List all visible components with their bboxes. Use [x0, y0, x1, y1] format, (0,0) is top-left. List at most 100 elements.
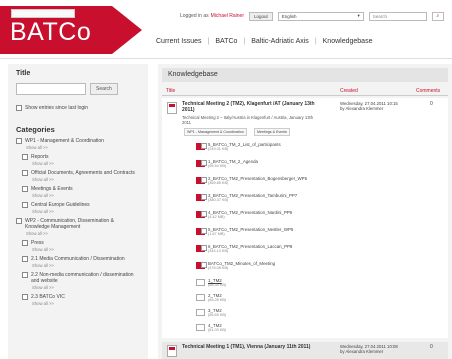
attachment-item[interactable]: 4_BATCo_TM2_Presentation_Nardini_PP9 (4.4… — [196, 210, 292, 219]
show-all-link[interactable]: Show all >> — [26, 231, 140, 236]
main-nav: Current Issues | BATCo | Baltic-Adriatic… — [156, 38, 372, 45]
since-login-checkbox[interactable] — [16, 105, 22, 111]
column-header-created[interactable]: Created — [340, 88, 358, 94]
categories-heading: Categories — [16, 125, 55, 134]
category-label: 2.2 Non-media communication / disseminat… — [31, 272, 134, 284]
attachment-item[interactable]: 4_TM2 (61.03 KB) — [196, 323, 226, 332]
header: BALTIC-ADRIATIC AXIS BATCo Logged in as … — [0, 0, 452, 58]
category-label: WP1 - Management & Coordination — [25, 138, 104, 144]
attachment-item[interactable]: 5_BATCo_TM2_Presentation_Nestler_WP5 (1.6… — [196, 227, 293, 236]
category-label: Press — [31, 240, 44, 246]
knowledgebase-entry: Technical Meeting 2 (TM2), Klagenfurt /A… — [162, 98, 448, 338]
attachment-item[interactable]: 2_BATCo_TM2_Presentation_Bogensberger_WP… — [196, 176, 307, 185]
category-checkbox[interactable] — [22, 186, 28, 192]
attachment-item[interactable]: 1_BATCo_TM_2_Agenda (95.54 KB) — [196, 159, 258, 168]
category-label: WP2 - Communication, Dissemination & Kno… — [25, 218, 114, 230]
nav-baltic-adriatic-axis[interactable]: Baltic-Adriatic Axis — [251, 38, 309, 45]
header-divider — [0, 58, 452, 59]
logo-text: BATCo — [10, 18, 92, 46]
category-checkbox[interactable] — [22, 272, 28, 278]
entry-title[interactable]: Technical Meeting 1 (TM1), Vienna (Janua… — [182, 344, 332, 350]
page-title: Knowledgebase — [162, 68, 448, 82]
knowledgebase-entry: Technical Meeting 1 (TM1), Vienna (Janua… — [162, 342, 448, 359]
attachment-item[interactable]: 6_BATCo_TM2_Presentation_Laccan_PP8 (344.… — [196, 244, 292, 253]
pdf-icon — [196, 245, 207, 252]
attachment-item[interactable]: BATCo_TM2_Minutes_of_Meeting (476.08 KB) — [196, 261, 275, 270]
pdf-icon — [196, 194, 207, 201]
category-checkbox[interactable] — [16, 138, 22, 144]
logo-arrow-shape — [112, 6, 142, 54]
entry-tag[interactable]: WP1 - Management & Coordination — [184, 128, 247, 136]
show-all-link[interactable]: Show all >> — [32, 193, 140, 198]
attachment-item[interactable]: 2_TM2 (65.28 KB) — [196, 293, 226, 302]
file-icon — [196, 324, 205, 331]
category-label: Official Documents, Agreements and Contr… — [31, 170, 135, 176]
header-divider — [162, 95, 448, 96]
top-bar: Logged in as Michael Rainer Logout Engli… — [180, 11, 452, 21]
category-checkbox[interactable] — [22, 256, 28, 262]
category-label: Central Europe Guidelines — [31, 202, 90, 208]
chevron-down-icon: ▾ — [357, 13, 360, 18]
attachment-size: (476.08 KB) — [208, 266, 229, 270]
pdf-icon — [196, 262, 207, 269]
nav-knowledgebase[interactable]: Knowledgebase — [323, 38, 373, 45]
nav-separator: | — [207, 38, 210, 45]
nav-current-issues[interactable]: Current Issues — [156, 38, 202, 45]
category-item: Press Show all >> — [16, 240, 140, 252]
file-icon — [196, 294, 205, 301]
nav-separator: | — [243, 38, 246, 45]
pdf-icon — [196, 160, 207, 167]
nav-batco[interactable]: BATCo — [215, 38, 237, 45]
attachment-item[interactable]: 5_BATCo_TM_2_List_of_participants (249.31… — [196, 142, 281, 151]
attachment-item[interactable]: 3_TM2 (56.65 KB) — [196, 308, 226, 317]
pdf-icon — [196, 143, 207, 150]
attachment-size: (249.31 KB) — [208, 147, 229, 151]
category-item: 2.1 Media Communication / Dissemination … — [16, 256, 140, 268]
show-all-link[interactable]: Show all >> — [26, 145, 140, 150]
language-select[interactable]: English ▾ — [277, 11, 364, 21]
category-item: Central Europe Guidelines Show all >> — [16, 202, 140, 214]
show-all-link[interactable]: Show all >> — [32, 209, 140, 214]
show-all-link[interactable]: Show all >> — [32, 247, 140, 252]
pdf-icon — [196, 211, 207, 218]
category-checkbox[interactable] — [16, 218, 22, 224]
sidebar: Title Search Show entries since last log… — [8, 64, 148, 359]
show-all-link[interactable]: Show all >> — [32, 285, 140, 290]
search-icon[interactable]: ⌕ — [431, 11, 444, 21]
entry-title[interactable]: Technical Meeting 2 (TM2), Klagenfurt /A… — [182, 101, 322, 113]
category-item: WP1 - Management & Coordination Show all… — [16, 138, 140, 150]
user-name-link[interactable]: Michael Rainer — [211, 13, 244, 19]
batco-logo[interactable]: BALTIC-ADRIATIC AXIS BATCo — [0, 6, 112, 54]
attachment-size: (56.65 KB) — [208, 313, 227, 317]
category-checkbox[interactable] — [22, 154, 28, 160]
category-checkbox[interactable] — [22, 294, 28, 300]
since-login-label: Show entries since last login — [25, 105, 89, 111]
category-checkbox[interactable] — [22, 240, 28, 246]
attachment-size: (95.54 KB) — [208, 164, 227, 168]
attachment-item[interactable]: 1_TM2 (68.34 KB) — [196, 278, 226, 287]
nav-separator: | — [314, 38, 317, 45]
search-input[interactable]: Search — [368, 11, 427, 21]
entry-comment-count: 0 — [430, 344, 433, 350]
column-header-title[interactable]: Title — [166, 88, 175, 94]
entry-tag[interactable]: Meetings & Events — [254, 128, 290, 136]
file-icon — [196, 279, 205, 286]
logged-in-label: Logged in as — [180, 13, 209, 19]
attachment-size: (68.34 KB) — [208, 283, 227, 287]
entry-author: by Alexandra Klemmer — [340, 106, 384, 111]
category-item: 2.2 Non-media communication / disseminat… — [16, 272, 140, 290]
show-all-link[interactable]: Show all >> — [32, 161, 140, 166]
show-all-link[interactable]: Show all >> — [32, 263, 140, 268]
column-header-comments[interactable]: Comments — [416, 88, 440, 94]
title-search-button[interactable]: Search — [90, 83, 118, 95]
title-search-input[interactable] — [16, 83, 86, 95]
entry-comment-count: 0 — [430, 101, 433, 107]
logout-button[interactable]: Logout — [249, 11, 273, 21]
show-all-link[interactable]: Show all >> — [32, 301, 140, 306]
category-checkbox[interactable] — [22, 202, 28, 208]
attachment-size: (344.13 KB) — [208, 249, 229, 253]
category-checkbox[interactable] — [22, 170, 28, 176]
file-icon — [196, 309, 205, 316]
show-all-link[interactable]: Show all >> — [32, 177, 140, 182]
attachment-item[interactable]: 3_BATCo_TM2_Presentation_Tamburini_PP7 (3… — [196, 193, 297, 202]
